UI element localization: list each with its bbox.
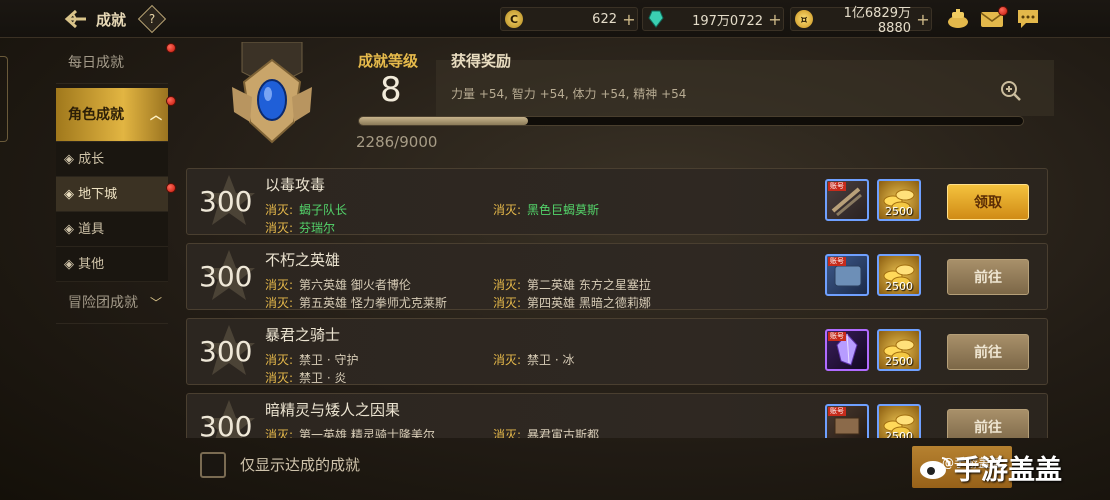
requirement: 消灭: 第一英雄 精灵骑士隆美尔	[265, 428, 435, 438]
currency-gem: 197万0722 +	[642, 7, 784, 31]
reward-label: 获得奖励	[451, 52, 512, 70]
achievement-row: 300 暴君之骑士 消灭: 禁卫 · 守护 消灭: 禁卫 · 冰 消灭: 禁卫 · 炎…	[186, 318, 1048, 385]
back-arrow-icon[interactable]	[62, 8, 88, 30]
pot-icon[interactable]	[946, 8, 970, 30]
character-notification-dot	[166, 96, 176, 106]
requirement: 消灭: 黑色巨蝎莫斯	[493, 203, 600, 217]
requirement: 消灭: 第六英雄 御火者博伦	[265, 278, 411, 292]
mail-notification-dot	[998, 6, 1008, 16]
daily-notification-dot	[166, 43, 176, 53]
level-progress-fill	[359, 117, 528, 125]
reward-item-gold[interactable]: 2500	[877, 404, 921, 438]
achievement-list[interactable]: 300 以毒攻毒 消灭: 蝎子队长 消灭: 黑色巨蝎莫斯 消灭: 芬瑞尔 账号 250…	[186, 168, 1048, 438]
requirement: 消灭: 芬瑞尔	[265, 221, 336, 235]
sidebar-subitem-dungeon[interactable]: ◈ 地下城	[56, 177, 168, 212]
go-button[interactable]: 前往	[947, 334, 1029, 370]
achievement-title: 以毒攻毒	[265, 176, 326, 194]
requirement: 消灭: 第四英雄 黑暗之德莉娜	[493, 296, 651, 310]
sidebar-item-character[interactable]: 角色成就 ︿	[56, 88, 168, 142]
achievement-row: 300 暗精灵与矮人之因果 消灭: 第一英雄 精灵骑士隆美尔 消灭: 暴君寅古斯都 …	[186, 393, 1048, 438]
reward-item-tablet[interactable]: 账号	[825, 254, 869, 296]
reward-text: 力量 +54, 智力 +54, 体力 +54, 精神 +54	[451, 87, 687, 101]
requirement: 消灭: 蝎子队长	[265, 203, 348, 217]
reward-item-gold[interactable]: 2500	[877, 254, 921, 296]
requirement: 消灭: 禁卫 · 冰	[493, 353, 575, 367]
sidebar-subitem-other[interactable]: ◈ 其他	[56, 247, 168, 282]
requirement: 消灭: 禁卫 · 炎	[265, 371, 347, 385]
go-button[interactable]: 前往	[947, 259, 1029, 295]
add-gem-button[interactable]: +	[767, 10, 783, 29]
achievement-row: 300 不朽之英雄 消灭: 第六英雄 御火者博伦 消灭: 第二英雄 东方之星塞拉 消…	[186, 243, 1048, 310]
currency-gold: ¤ 1亿6829万8880 +	[790, 6, 932, 36]
show-completed-checkbox[interactable]	[200, 452, 226, 478]
sidebar-subitem-growth[interactable]: ◈ 成长	[56, 142, 168, 177]
dungeon-notification-dot	[166, 183, 176, 193]
level-label: 成就等级	[358, 52, 419, 70]
achievement-title: 暗精灵与矮人之因果	[265, 401, 401, 419]
achievement-points: 300	[199, 335, 253, 368]
requirement: 消灭: 暴君寅古斯都	[493, 428, 600, 438]
top-bar: 成就 ? C 622 + 197万0722 + ¤ 1亿6829万8880 +	[0, 0, 1110, 38]
progress-text: 2286/9000	[356, 133, 438, 151]
add-gold-button[interactable]: +	[915, 10, 931, 29]
sidebar-item-adventure-team[interactable]: 冒险团成就 ﹀	[56, 282, 168, 324]
reward-item-crystal[interactable]: 账号	[825, 329, 869, 371]
sidebar-subitem-items[interactable]: ◈ 道具	[56, 212, 168, 247]
chevron-up-icon: ︿	[149, 108, 162, 122]
go-button[interactable]: 前往	[947, 409, 1029, 438]
achievement-emblem-icon	[222, 41, 322, 152]
achievement-points: 300	[199, 410, 253, 438]
coin-c-icon: C	[505, 10, 523, 28]
add-coin-button[interactable]: +	[621, 10, 637, 29]
sidebar-item-daily[interactable]: 每日成就	[56, 42, 168, 84]
achievement-points: 300	[199, 185, 253, 218]
gem-icon	[647, 10, 665, 28]
zoom-in-icon[interactable]	[1000, 80, 1022, 102]
sidebar: 每日成就 角色成就 ︿ ◈ 成长 ◈ 地下城 ◈ 道具 ◈ 其他 冒险团成就 ﹀	[56, 42, 168, 334]
reward-item-book[interactable]: 账号	[825, 404, 869, 438]
achievement-level-panel: 成就等级 8 获得奖励 力量 +54, 智力 +54, 体力 +54, 精神 +…	[186, 40, 1054, 160]
level-value: 8	[380, 70, 402, 110]
watermark: @手游盖盖 手游盖盖	[912, 446, 1110, 500]
achievement-title: 暴君之骑士	[265, 326, 341, 344]
help-icon[interactable]: ?	[137, 4, 167, 34]
achievement-points: 300	[199, 260, 253, 293]
chat-icon[interactable]	[1016, 8, 1040, 30]
page-title: 成就	[96, 11, 127, 29]
requirement: 消灭: 第五英雄 怪力拳师尤克莱斯	[265, 296, 447, 310]
show-completed-label: 仅显示达成的成就	[240, 456, 361, 474]
requirement: 消灭: 禁卫 · 守护	[265, 353, 359, 367]
level-progress-bar	[358, 116, 1024, 126]
gold-coin-icon: ¤	[795, 10, 813, 28]
chevron-down-icon: ﹀	[149, 296, 162, 310]
achievement-title: 不朽之英雄	[265, 251, 341, 269]
reward-item-weapon[interactable]: 账号	[825, 179, 869, 221]
reward-item-gold[interactable]: 2500	[877, 179, 921, 221]
reward-item-gold[interactable]: 2500	[877, 329, 921, 371]
currency-coin: C 622 +	[500, 7, 638, 31]
side-handle[interactable]	[0, 56, 8, 142]
requirement: 消灭: 第二英雄 东方之星塞拉	[493, 278, 651, 292]
claim-button[interactable]: 领取	[947, 184, 1029, 220]
achievement-row: 300 以毒攻毒 消灭: 蝎子队长 消灭: 黑色巨蝎莫斯 消灭: 芬瑞尔 账号 250…	[186, 168, 1048, 235]
